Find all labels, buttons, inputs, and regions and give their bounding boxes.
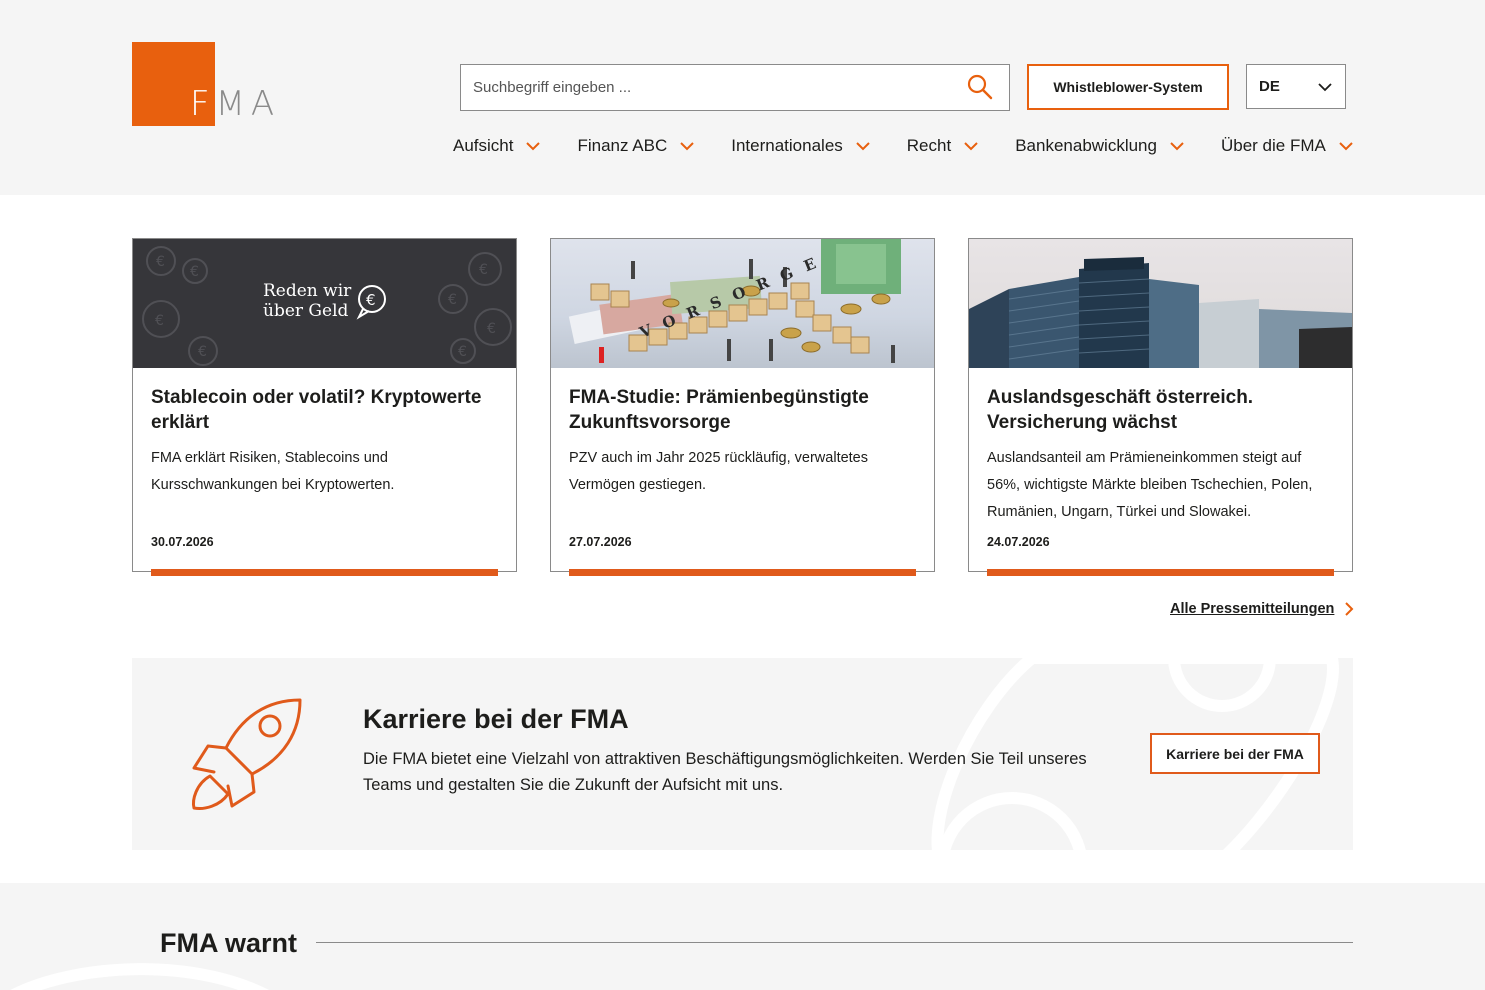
nav-item-internationales[interactable]: Internationales — [731, 136, 871, 156]
scrabble-tiles-illustration — [568, 239, 901, 363]
press-card[interactable]: € € € € € € € € € Reden wir über Geld Stableco… — [132, 238, 517, 576]
nav-item-aufsicht[interactable]: Aufsicht — [453, 136, 541, 156]
career-button[interactable]: Karriere bei der FMA — [1150, 733, 1320, 774]
chevron-down-icon — [964, 142, 978, 151]
svg-text:€: € — [155, 313, 164, 329]
svg-text:€: € — [479, 262, 488, 278]
chevron-right-icon — [1345, 602, 1354, 616]
card-text: Auslandsanteil am Prämieneinkommen steig… — [987, 450, 1313, 520]
search-icon[interactable] — [965, 73, 995, 103]
chevron-down-icon — [680, 142, 694, 151]
divider — [316, 942, 1353, 943]
card-title: Stablecoin oder volatil? Kryptowerte erk… — [151, 387, 482, 433]
card-image-vorsorge: VORSORGE — [551, 239, 934, 368]
nav-item-bankenabwicklung[interactable]: Bankenabwicklung — [1015, 136, 1185, 156]
all-press-releases-link[interactable]: Alle Pressemitteilungen — [1170, 601, 1356, 617]
card-accent-bar — [151, 569, 498, 576]
card-date: 27.07.2026 — [569, 535, 632, 549]
card-text: FMA erklärt Risiken, Stablecoins und Kur… — [151, 450, 395, 493]
career-title: Karriere bei der FMA — [363, 704, 629, 734]
logo-text: FMA — [190, 84, 281, 124]
card-text: PZV auch im Jahr 2025 rückläufig, verwal… — [569, 450, 868, 493]
svg-text:€: € — [198, 344, 207, 360]
card-accent-bar — [569, 569, 916, 576]
nav-item-recht[interactable]: Recht — [907, 136, 979, 156]
career-teaser: Karriere bei der FMA Die FMA bietet eine… — [132, 658, 1353, 850]
card-date: 30.07.2026 — [151, 535, 214, 549]
svg-text:€: € — [156, 254, 165, 270]
chevron-down-icon — [1339, 142, 1353, 151]
all-press-releases-label: Alle Pressemitteilungen — [1170, 601, 1335, 617]
nav-item-ueber-die-fma[interactable]: Über die FMA — [1221, 136, 1354, 156]
office-buildings-illustration — [969, 257, 1352, 368]
language-value: DE — [1259, 78, 1280, 95]
main-navigation: Aufsicht Finanz ABC Internationales Rech… — [453, 128, 1354, 164]
decorative-outline-shape — [10, 963, 270, 990]
press-cards: € € € € € € € € € Reden wir über Geld Stableco… — [132, 238, 1353, 578]
fma-warnt-section: FMA warnt — [0, 883, 1485, 990]
nav-item-finanz-abc[interactable]: Finanz ABC — [577, 136, 695, 156]
language-select[interactable]: DE — [1246, 64, 1346, 109]
search-box — [460, 64, 1010, 111]
rocket-icon — [192, 698, 302, 810]
card-title: Auslandsgeschäft österreich. Versicherun… — [987, 387, 1254, 433]
career-text: Die FMA bietet eine Vielzahl von attrakt… — [363, 750, 1087, 794]
chevron-down-icon — [1170, 142, 1184, 151]
svg-text:€: € — [190, 264, 199, 280]
card-image-office-buildings — [969, 239, 1352, 368]
chevron-down-icon — [526, 142, 541, 151]
search-input[interactable] — [473, 65, 953, 110]
svg-text:€: € — [366, 291, 376, 309]
chevron-down-icon — [856, 142, 870, 151]
site-header: FMA Whistleblower-System DE Aufsicht Fin… — [0, 0, 1485, 195]
whistleblower-button[interactable]: Whistleblower-System — [1027, 64, 1229, 110]
fma-logo[interactable]: FMA — [132, 42, 282, 128]
svg-text:€: € — [458, 344, 467, 360]
section-title: FMA warnt — [160, 928, 297, 958]
card-date: 24.07.2026 — [987, 535, 1050, 549]
card-image-money-talk: € € € € € € € € € Reden wir über Geld — [133, 239, 516, 368]
svg-text:€: € — [448, 292, 457, 308]
press-card[interactable]: Auslandsgeschäft österreich. Versicherun… — [968, 238, 1353, 576]
chevron-down-icon — [1318, 83, 1332, 92]
press-card[interactable]: VORSORGE FMA-Studie: Prämienbegünstigte … — [550, 238, 935, 576]
card-accent-bar — [987, 569, 1334, 576]
card-title: FMA-Studie: Prämienbegünstigte Zukunftsv… — [569, 387, 869, 433]
card-image-caption: Reden wir über Geld — [263, 281, 352, 321]
svg-text:€: € — [487, 321, 496, 337]
